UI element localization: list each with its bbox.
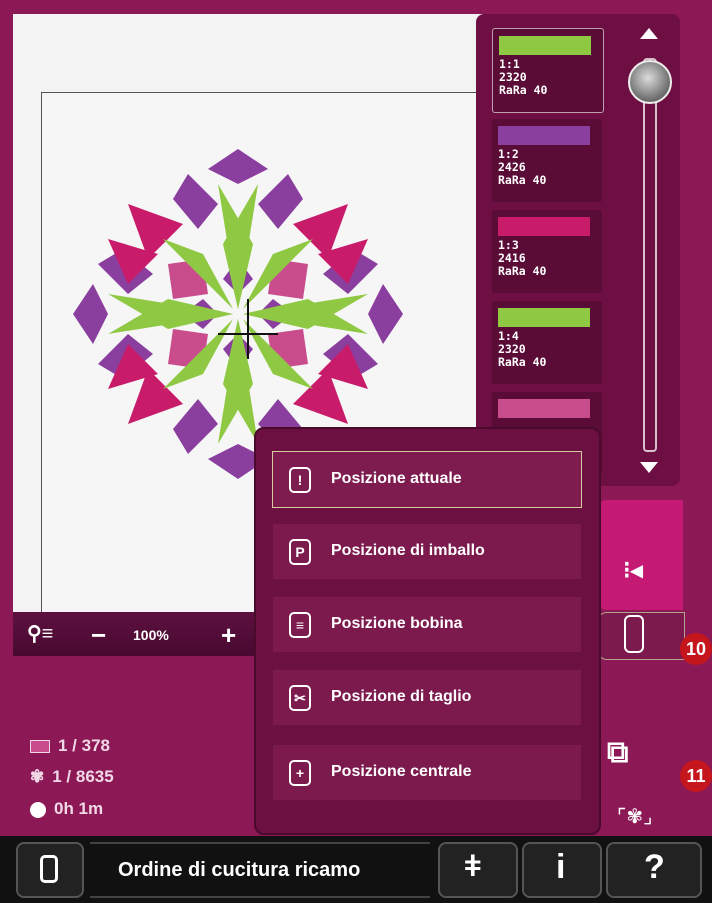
menu-item-center-position[interactable]: + Posizione centrale bbox=[272, 744, 582, 801]
menu-item-label: Posizione centrale bbox=[331, 763, 472, 780]
step-back-icon: ⁝◂ bbox=[623, 557, 643, 584]
design-shape bbox=[173, 174, 218, 229]
bottom-taskbar: Ordine di cucitura ricamo ǂ i ? bbox=[0, 836, 712, 903]
color-swatch bbox=[498, 217, 590, 236]
pack-position-icon: P bbox=[289, 539, 311, 565]
color-swatch bbox=[499, 36, 591, 55]
scroll-track[interactable] bbox=[643, 58, 657, 452]
time-remaining: 0h 1m bbox=[30, 799, 103, 819]
scroll-up-arrow[interactable] bbox=[640, 28, 658, 39]
zoom-in-button[interactable]: + bbox=[221, 620, 236, 651]
color-block-1[interactable]: 1:1 2320 RaRa 40 bbox=[492, 28, 604, 113]
menu-item-label: Posizione di imballo bbox=[331, 542, 485, 559]
color-block-label: 1:4 2320 RaRa 40 bbox=[498, 329, 547, 369]
callout-11: 11 bbox=[680, 760, 712, 792]
position-icon bbox=[624, 615, 644, 653]
home-button[interactable] bbox=[16, 842, 84, 898]
design-shape bbox=[73, 284, 108, 344]
color-block-label: 1:2 2426 RaRa 40 bbox=[498, 147, 547, 187]
menu-item-label: Posizione bobina bbox=[331, 615, 463, 632]
block-counter: 1 / 378 bbox=[30, 736, 110, 756]
menu-item-label: Posizione attuale bbox=[331, 470, 462, 487]
color-block-4[interactable]: 1:4 2320 RaRa 40 bbox=[492, 301, 602, 384]
help-icon: ? bbox=[644, 848, 665, 886]
settings-button[interactable]: ǂ bbox=[438, 842, 518, 898]
scissors-icon: ✂ bbox=[289, 685, 311, 711]
menu-item-label: Posizione di taglio bbox=[331, 688, 472, 705]
callout-10: 10 bbox=[680, 633, 712, 665]
design-shape bbox=[208, 149, 268, 184]
color-block-label: 1:3 2416 RaRa 40 bbox=[498, 238, 547, 278]
bobbin-position-icon: ≡ bbox=[289, 612, 311, 638]
design-position-icon[interactable]: ⌜✾⌟ bbox=[617, 804, 653, 829]
design-shape bbox=[368, 284, 403, 344]
screen-title: Ordine di cucitura ricamo bbox=[118, 859, 361, 881]
zoom-level: 100% bbox=[133, 627, 169, 643]
zoom-toolbar: ⚲≡ − 100% + bbox=[13, 612, 283, 656]
title-box: Ordine di cucitura ricamo bbox=[90, 842, 430, 898]
block-icon bbox=[30, 740, 50, 754]
color-swatch bbox=[498, 126, 590, 145]
color-swatch bbox=[498, 308, 590, 327]
stitch-counter: ✾ 1 / 8635 bbox=[30, 767, 114, 786]
scroll-knob[interactable] bbox=[628, 60, 672, 104]
info-button[interactable]: i bbox=[522, 842, 602, 898]
scroll-down-arrow[interactable] bbox=[640, 462, 658, 473]
home-icon bbox=[40, 855, 58, 883]
tools-icon: ǂ bbox=[464, 850, 482, 883]
color-swatch bbox=[498, 399, 590, 418]
design-shape bbox=[173, 399, 218, 454]
color-block-2[interactable]: 1:2 2426 RaRa 40 bbox=[492, 119, 602, 202]
butterfly-icon: ✾ bbox=[30, 767, 45, 786]
tools-tab: ⧉ ⌜✾⌟ bbox=[597, 660, 683, 836]
zoom-options-icon[interactable]: ⚲≡ bbox=[27, 621, 53, 646]
positions-tab[interactable] bbox=[597, 612, 685, 660]
cut-thread-icon[interactable]: ⧉ bbox=[607, 736, 628, 770]
design-shape bbox=[258, 174, 303, 229]
center-position-icon: + bbox=[289, 760, 311, 786]
menu-item-cut-position[interactable]: ✂ Posizione di taglio bbox=[272, 669, 582, 726]
embroidery-stitch-out-screen: ⚲≡ − 100% + 1 / 378 ✾ 1 / 8635 0h 1m 1:1 … bbox=[0, 0, 712, 903]
color-block-label: 1:1 2320 RaRa 40 bbox=[499, 57, 548, 97]
info-icon: i bbox=[556, 848, 566, 886]
menu-item-bobbin-position[interactable]: ≡ Posizione bobina bbox=[272, 596, 582, 653]
menu-item-current-position[interactable]: ! Posizione attuale bbox=[272, 451, 582, 508]
menu-item-pack-position[interactable]: P Posizione di imballo bbox=[272, 523, 582, 580]
help-button[interactable]: ? bbox=[606, 842, 702, 898]
color-block-3[interactable]: 1:3 2416 RaRa 40 bbox=[492, 210, 602, 293]
monochrome-tab[interactable]: ⁝◂ bbox=[597, 500, 683, 610]
zoom-out-button[interactable]: − bbox=[91, 620, 106, 651]
positions-popup: ! Posizione attuale P Posizione di imbal… bbox=[254, 427, 601, 835]
current-position-icon: ! bbox=[289, 467, 311, 493]
clock-icon bbox=[30, 801, 46, 818]
